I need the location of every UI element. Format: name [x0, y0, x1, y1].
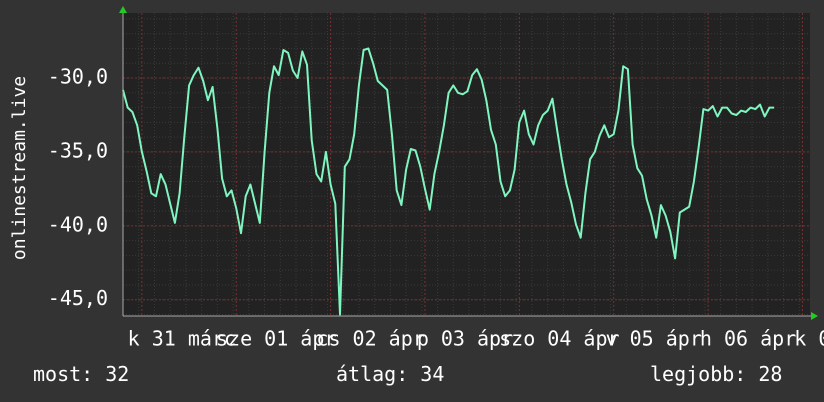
- x-tick-label: v 05 ápr: [606, 327, 702, 351]
- best-value-stat: legjobb: 28: [650, 362, 783, 386]
- current-value-stat: most: 32: [33, 362, 130, 386]
- y-axis-arrow-icon: [119, 6, 127, 13]
- x-tick-label: szo 04 ápr: [499, 327, 619, 351]
- y-tick-label: -30,0: [48, 65, 108, 89]
- plot-area: [123, 13, 810, 316]
- y-tick-label: -45,0: [48, 286, 108, 310]
- y-axis-label: onlinestream.live: [9, 76, 30, 260]
- y-axis-ticks: -45,0 -40,0 -35,0 -30,0: [48, 65, 108, 311]
- x-tick-label: cs 02 ápr: [316, 327, 424, 351]
- x-axis-arrow-icon: [811, 312, 818, 320]
- y-tick-label: -40,0: [48, 212, 108, 236]
- average-value-stat: átlag: 34: [336, 362, 445, 386]
- x-axis-ticks: k 31 márcsze 01 áprcs 02 áprp 03 áprszo …: [128, 327, 824, 351]
- chart-canvas: -45,0 -40,0 -35,0 -30,0 k 31 márcsze 01 ápr…: [9, 6, 824, 351]
- x-tick-label: k 07 ápr: [794, 327, 824, 351]
- y-tick-label: -35,0: [48, 138, 108, 162]
- x-tick-label: h 06 ápr: [700, 327, 796, 351]
